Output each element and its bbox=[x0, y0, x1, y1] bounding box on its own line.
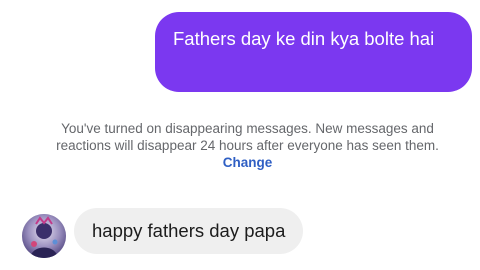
sent-message-text: Fathers day ke din kya bolte hai bbox=[173, 28, 435, 49]
received-message-text: happy fathers day papa bbox=[92, 220, 286, 241]
sent-message-bubble[interactable]: Fathers day ke din kya bolte hai bbox=[155, 12, 472, 92]
received-message-bubble[interactable]: happy fathers day papa bbox=[74, 208, 304, 254]
disappearing-messages-notice: You've turned on disappearing messages. … bbox=[40, 120, 455, 171]
contact-avatar-icon[interactable] bbox=[22, 214, 66, 258]
change-link[interactable]: Change bbox=[223, 155, 273, 170]
notice-text: You've turned on disappearing messages. … bbox=[56, 121, 439, 153]
